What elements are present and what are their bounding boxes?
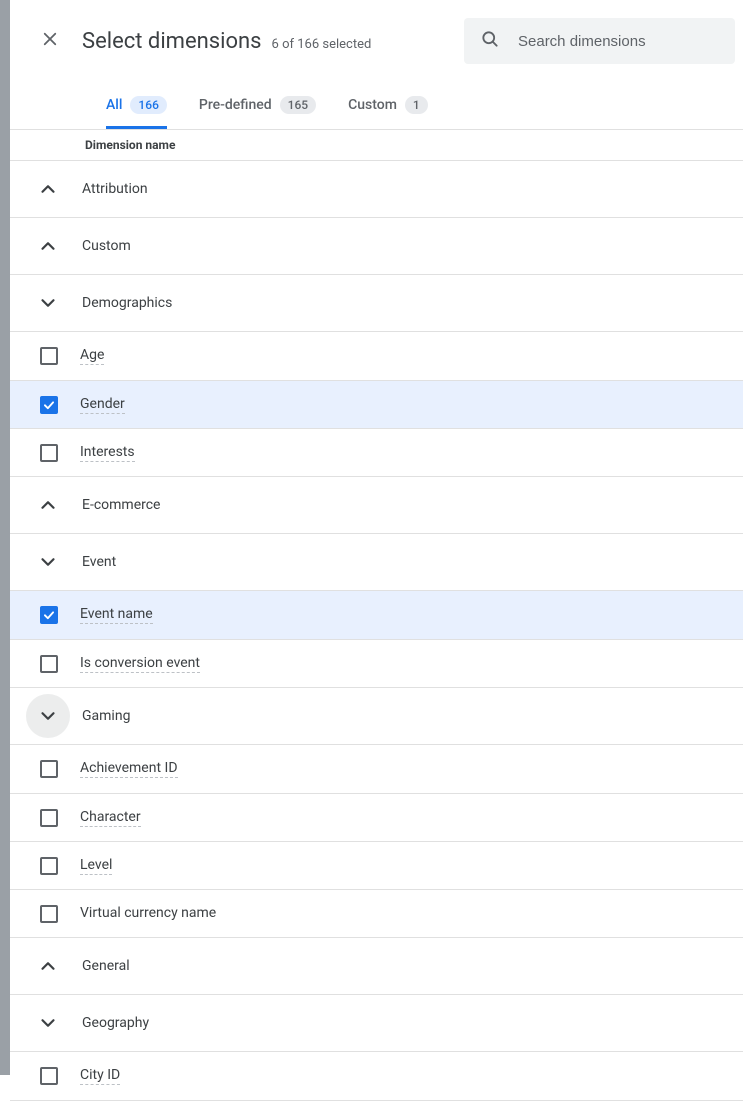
category-label: Demographics <box>82 295 172 311</box>
category-label: E-commerce <box>82 497 160 513</box>
category-label: Event <box>82 554 116 570</box>
checkbox[interactable] <box>40 444 58 462</box>
tab-all[interactable]: All 166 <box>106 82 167 129</box>
chevron-down-icon <box>26 694 70 738</box>
tab-count-badge: 165 <box>280 96 316 114</box>
dimension-label: Achievement ID <box>80 760 178 778</box>
dimension-label: Virtual currency name <box>80 905 216 922</box>
chevron-down-icon <box>36 1011 60 1035</box>
tab-count-badge: 166 <box>130 96 166 114</box>
category-label: General <box>82 958 130 974</box>
dimension-item[interactable]: Gender <box>10 380 743 428</box>
dimension-label: City ID <box>80 1067 120 1085</box>
chevron-up-icon <box>36 177 60 201</box>
checkbox[interactable] <box>40 857 58 875</box>
dimension-item[interactable]: Is conversion event <box>10 639 743 687</box>
tabs: All 166 Pre-defined 165 Custom 1 <box>10 82 743 130</box>
checkbox[interactable] <box>40 655 58 673</box>
category-demographics[interactable]: Demographics <box>10 275 743 331</box>
dimension-label: Level <box>80 857 112 875</box>
dimension-item[interactable]: Virtual currency name <box>10 889 743 937</box>
search-field[interactable] <box>464 18 735 64</box>
tab-pre-defined[interactable]: Pre-defined 165 <box>199 82 316 129</box>
category-event[interactable]: Event <box>10 534 743 590</box>
checkbox[interactable] <box>40 347 58 365</box>
dimension-label: Character <box>80 809 141 827</box>
dimension-label: Age <box>80 347 104 365</box>
dimension-list: Attribution Custom Demographics Age Gender In… <box>10 161 743 1101</box>
category-geography[interactable]: Geography <box>10 995 743 1051</box>
category-label: Geography <box>82 1015 149 1031</box>
close-button[interactable] <box>38 29 62 53</box>
tab-label: Pre-defined <box>199 97 272 113</box>
category-label: Custom <box>82 238 131 254</box>
category-label: Attribution <box>82 181 148 197</box>
tab-label: All <box>106 97 122 113</box>
search-icon <box>480 29 500 53</box>
dimension-item[interactable]: Age <box>10 332 743 380</box>
tab-count-badge: 1 <box>405 96 428 114</box>
dimension-item[interactable]: Achievement ID <box>10 745 743 793</box>
checkbox[interactable] <box>40 760 58 778</box>
dimension-label: Is conversion event <box>80 655 200 673</box>
dimension-item[interactable]: City ID <box>10 1052 743 1100</box>
checkbox[interactable] <box>40 1067 58 1085</box>
category-custom[interactable]: Custom <box>10 218 743 274</box>
column-header-dimension-name: Dimension name <box>10 130 743 161</box>
tab-label: Custom <box>348 97 397 113</box>
dimension-item[interactable]: Level <box>10 841 743 889</box>
checkbox[interactable] <box>40 905 58 923</box>
search-input[interactable] <box>516 32 719 51</box>
dialog-header: Select dimensions 6 of 166 selected <box>10 0 743 82</box>
dimension-label: Gender <box>80 396 125 414</box>
checkbox[interactable] <box>40 606 58 624</box>
chevron-up-icon <box>36 234 60 258</box>
dialog-title: Select dimensions <box>82 29 262 54</box>
checkbox[interactable] <box>40 396 58 414</box>
dimension-label: Interests <box>80 444 135 462</box>
close-icon <box>41 30 59 52</box>
dimension-item[interactable]: Event name <box>10 591 743 639</box>
tab-custom[interactable]: Custom 1 <box>348 82 428 129</box>
chevron-up-icon <box>36 954 60 978</box>
category-gaming[interactable]: Gaming <box>10 688 743 744</box>
checkbox[interactable] <box>40 809 58 827</box>
dimension-item[interactable]: Character <box>10 793 743 841</box>
dimension-label: Event name <box>80 606 153 624</box>
category-general[interactable]: General <box>10 938 743 994</box>
chevron-up-icon <box>36 493 60 517</box>
selection-count: 6 of 166 selected <box>272 37 372 52</box>
category-label: Gaming <box>82 708 130 724</box>
category-e-commerce[interactable]: E-commerce <box>10 477 743 533</box>
chevron-down-icon <box>36 291 60 315</box>
dimension-item[interactable]: Interests <box>10 428 743 476</box>
category-attribution[interactable]: Attribution <box>10 161 743 217</box>
chevron-down-icon <box>36 550 60 574</box>
